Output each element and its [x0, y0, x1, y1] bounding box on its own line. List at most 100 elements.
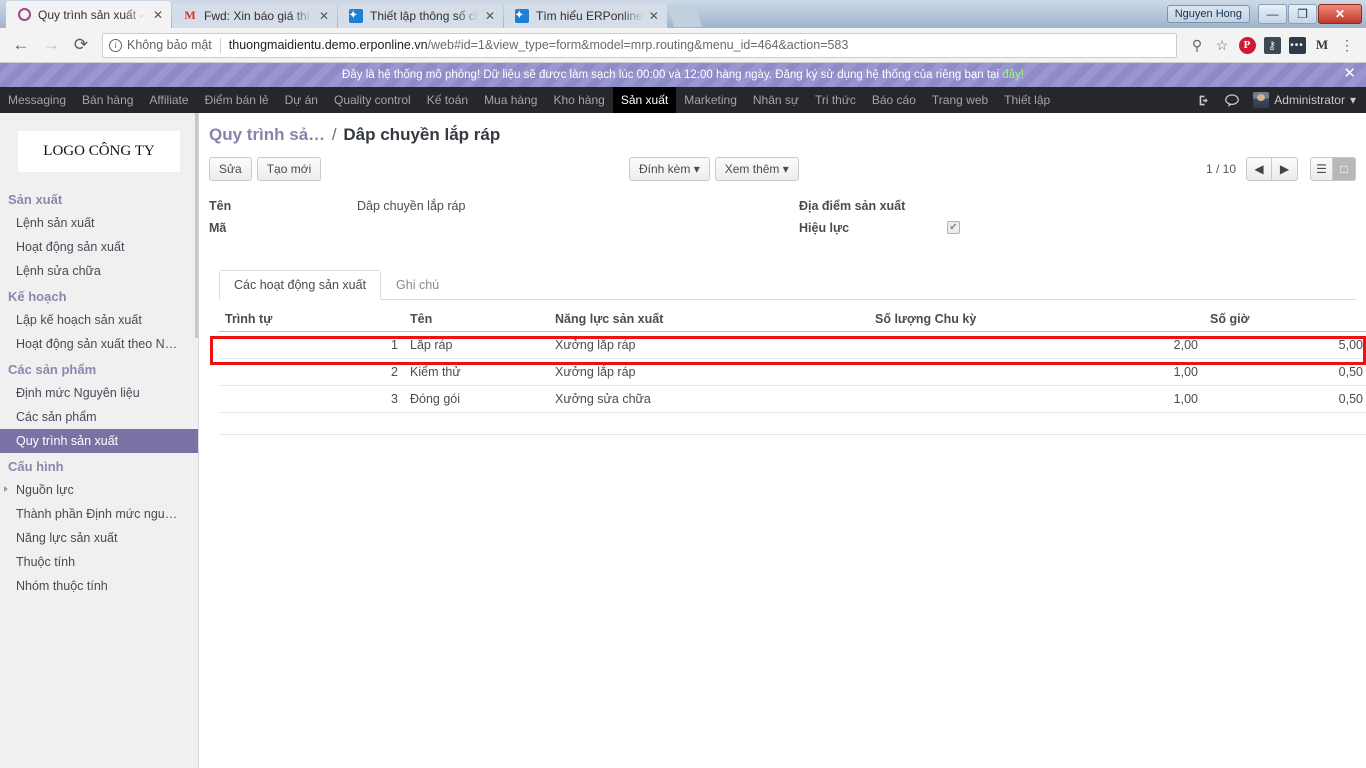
pager-counter: 1 / 10 [1205, 162, 1236, 176]
menu-item-marketing[interactable]: Marketing [676, 87, 745, 113]
bookmark-star-icon[interactable]: ☆ [1211, 34, 1233, 56]
chevron-right-icon [4, 486, 8, 492]
sidebar-item-products[interactable]: Các sản phẩm [0, 405, 198, 429]
control-panel-middle: Đính kèm ▾ Xem thêm ▾ [629, 153, 804, 185]
new-tab-button[interactable] [667, 8, 702, 27]
pinterest-icon[interactable]: P [1236, 34, 1258, 56]
back-icon[interactable]: ← [8, 32, 34, 58]
sidebar-item-work-orders-by-resource[interactable]: Hoạt động sản xuất theo N… [0, 332, 198, 356]
browser-tab-title: Quy trình sản xuất - Odo [38, 7, 147, 22]
menu-item-hr[interactable]: Nhân sự [745, 87, 807, 113]
field-label-active: Hiệu lực [799, 221, 850, 235]
banner-close-icon[interactable]: ✕ [1343, 66, 1356, 81]
sidebar-item-bom-components[interactable]: Thành phần Định mức ngu… [0, 502, 198, 526]
browser-tab-4[interactable]: ✦ Tìm hiểu ERPonline ✕ [504, 3, 667, 28]
table-row[interactable]: 1 Lắp ráp Xưởng lắp ráp 2,00 5,00 [219, 331, 1366, 359]
form-view-icon[interactable]: □ [1333, 157, 1356, 181]
attachment-dropdown-button[interactable]: Đính kèm ▾ [629, 157, 710, 181]
sidebar-item-bill-of-materials[interactable]: Định mức Nguyên liệu [0, 381, 198, 405]
minimize-button[interactable]: — [1258, 4, 1287, 24]
edit-button[interactable]: Sửa [209, 157, 252, 181]
logout-icon[interactable] [1198, 94, 1211, 107]
chat-bubble-icon[interactable] [1225, 93, 1240, 107]
browser-profile-chip[interactable]: Nguyen Hong [1166, 5, 1250, 23]
erponline-icon: ✦ [348, 8, 364, 24]
table-header-row: Trình tự Tên Năng lực sản xuất Số lượng … [219, 308, 1366, 332]
dots-extension-icon[interactable]: ••• [1286, 34, 1308, 56]
active-checkbox[interactable]: ✔ [947, 221, 960, 234]
chrome-menu-icon[interactable]: ⋮ [1336, 34, 1358, 56]
form-column-right: Địa điểm sản xuất Hiệu lực ✔ [799, 199, 1219, 243]
column-name[interactable]: Tên [404, 308, 549, 332]
browser-tab-3[interactable]: ✦ Thiết lập thông số cho N ✕ [338, 3, 503, 28]
key-icon[interactable]: ⚷ [1261, 34, 1283, 56]
cell-hours: 5,00 [1204, 331, 1366, 359]
url-text: thuongmaidientu.demo.erponline.vn/web#id… [229, 38, 849, 52]
sidebar-item-work-centers[interactable]: Năng lực sản xuất [0, 526, 198, 550]
search-icon[interactable]: ⚲ [1186, 34, 1208, 56]
column-sequence[interactable]: Trình tự [219, 308, 404, 332]
column-cycle-quantity[interactable]: Số lượng Chu kỳ [869, 308, 1204, 332]
forward-icon[interactable]: → [38, 32, 64, 58]
security-badge[interactable]: i Không bảo mật [109, 38, 212, 52]
close-icon[interactable]: ✕ [483, 9, 497, 23]
menu-item-knowledge[interactable]: Tri thức [807, 87, 864, 113]
banner-link[interactable]: đây! [1002, 69, 1024, 81]
close-icon[interactable]: ✕ [317, 9, 331, 23]
notebook-tabs: Các hoạt động sản xuất Ghi chú [219, 269, 1356, 300]
list-view-icon[interactable]: ☰ [1310, 157, 1333, 181]
sidebar-section-configuration: Cấu hình [8, 459, 64, 474]
menu-item-affiliate[interactable]: Affiliate [141, 87, 196, 113]
chevron-down-icon[interactable]: ▾ [1350, 93, 1356, 107]
column-hours[interactable]: Số giờ [1204, 308, 1366, 332]
divider [219, 37, 221, 53]
sidebar-item-attribute-groups[interactable]: Nhóm thuộc tính [0, 574, 198, 598]
previous-record-icon[interactable]: ◀ [1246, 157, 1272, 181]
menu-item-website[interactable]: Trang web [924, 87, 996, 113]
close-icon[interactable]: ✕ [151, 8, 165, 22]
sidebar-item-production-planning[interactable]: Lập kế hoạch sản xuất [0, 308, 198, 332]
cell-workcenter: Xưởng lắp ráp [549, 358, 869, 386]
window-close-button[interactable]: ✕ [1318, 4, 1362, 24]
sidebar-item-routings[interactable]: Quy trình sản xuất [0, 429, 198, 453]
menu-item-quality-control[interactable]: Quality control [326, 87, 419, 113]
menu-item-purchase[interactable]: Mua hàng [476, 87, 545, 113]
attachment-label: Đính kèm [639, 162, 691, 176]
close-icon[interactable]: ✕ [647, 9, 661, 23]
sidebar-item-work-orders[interactable]: Hoạt động sản xuất [0, 235, 198, 259]
menu-item-reporting[interactable]: Báo cáo [864, 87, 924, 113]
menu-item-project[interactable]: Dự án [277, 87, 326, 113]
menu-item-sales[interactable]: Bán hàng [74, 87, 141, 113]
browser-tab-1[interactable]: Quy trình sản xuất - Odo ✕ [6, 1, 171, 28]
breadcrumb-parent[interactable]: Quy trình sả… [209, 125, 325, 144]
field-value-name[interactable]: Dâp chuyền lắp ráp [349, 199, 465, 213]
browser-tab-title: Thiết lập thông số cho N [370, 8, 479, 23]
username-label[interactable]: Administrator [1274, 93, 1345, 107]
table-row-empty[interactable] [219, 412, 1366, 435]
field-label-name: Tên [209, 199, 232, 213]
menu-item-accounting[interactable]: Kế toán [419, 87, 476, 113]
gmail-checker-icon[interactable]: M [1311, 34, 1333, 56]
create-button[interactable]: Tạo mới [256, 157, 322, 181]
table-row[interactable]: 2 Kiểm thử Xưởng lắp ráp 1,00 0,50 [219, 358, 1366, 386]
more-dropdown-button[interactable]: Xem thêm ▾ [714, 157, 799, 181]
menu-item-messaging[interactable]: Messaging [0, 87, 74, 113]
table-row[interactable]: 3 Đóng gói Xưởng sửa chữa 1,00 0,50 [219, 385, 1366, 413]
menu-item-manufacturing[interactable]: Sản xuất [612, 87, 677, 113]
menu-item-warehouse[interactable]: Kho hàng [545, 87, 612, 113]
sidebar-item-attributes[interactable]: Thuộc tính [0, 550, 198, 574]
restore-button[interactable]: ❐ [1288, 4, 1317, 24]
sidebar-item-resources[interactable]: Nguồn lực [0, 478, 198, 502]
tab-work-operations[interactable]: Các hoạt động sản xuất [219, 270, 382, 300]
column-workcenter[interactable]: Năng lực sản xuất [549, 308, 869, 332]
url-input[interactable]: i Không bảo mật thuongmaidientu.demo.erp… [102, 32, 1177, 58]
reload-icon[interactable]: ⟳ [68, 32, 94, 58]
next-record-icon[interactable]: ▶ [1272, 157, 1298, 181]
menu-item-pos[interactable]: Điểm bán lẻ [197, 87, 277, 113]
tab-notes[interactable]: Ghi chú [381, 270, 454, 300]
browser-tab-2[interactable]: M Fwd: Xin báo giá thi công ✕ [172, 3, 337, 28]
sidebar-item-manufacturing-orders[interactable]: Lệnh sản xuất [0, 211, 198, 235]
sidebar-item-repair-orders[interactable]: Lệnh sửa chữa [0, 259, 198, 283]
sidebar-scrollbar[interactable] [195, 113, 198, 338]
menu-item-settings[interactable]: Thiết lập [996, 87, 1058, 113]
